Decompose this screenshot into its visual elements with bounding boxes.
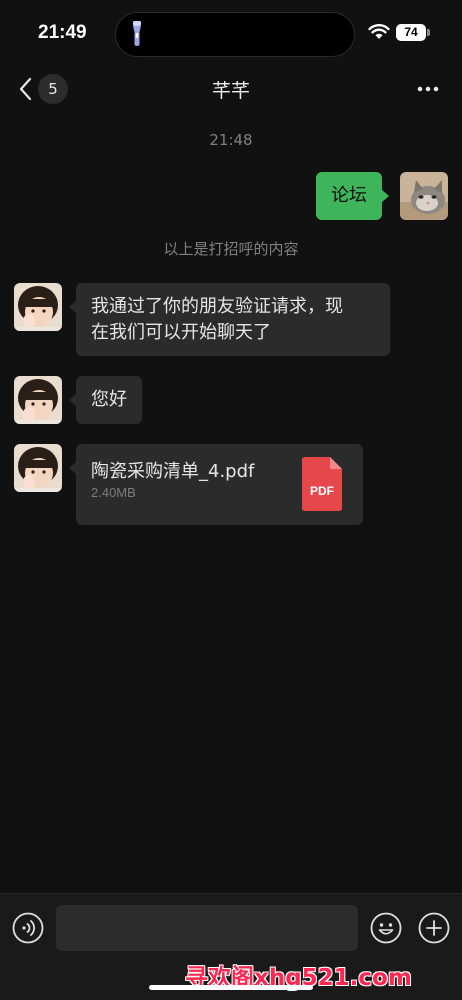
plus-icon[interactable] xyxy=(418,912,450,944)
message-line: 在我们可以开始聊天了 xyxy=(91,322,271,343)
pdf-icon: PDF xyxy=(302,457,342,511)
peer-avatar[interactable] xyxy=(14,283,62,331)
child-avatar-image xyxy=(14,283,62,331)
flashlight-icon xyxy=(133,21,141,46)
back-chevron-icon xyxy=(19,77,32,101)
more-icon[interactable] xyxy=(410,74,446,104)
home-indicator[interactable] xyxy=(149,985,313,990)
peer-avatar[interactable] xyxy=(14,444,62,492)
file-name: 陶瓷采购清单_4.pdf xyxy=(91,461,255,482)
message-line: 我通过了你的朋友验证请求，现 xyxy=(91,296,343,317)
child-avatar-image xyxy=(14,444,62,492)
emoji-icon[interactable] xyxy=(370,912,402,944)
back-button[interactable]: 5 xyxy=(10,68,72,110)
system-notice: 以上是打招呼的内容 xyxy=(163,240,299,258)
status-time: 21:49 xyxy=(38,22,87,43)
dynamic-island xyxy=(115,12,355,57)
file-size: 2.40MB xyxy=(91,485,136,500)
chat-title: 芊芊 xyxy=(211,80,250,102)
battery-icon: 74 xyxy=(396,24,426,41)
sent-message-bubble[interactable]: 论坛 xyxy=(316,172,389,220)
file-message-card[interactable]: 陶瓷采购清单_4.pdf 2.40MB PDF xyxy=(69,444,363,525)
message-timestamp: 21:48 xyxy=(209,131,253,149)
received-message-bubble[interactable]: 您好 xyxy=(69,376,142,424)
child-avatar-image xyxy=(14,376,62,424)
peer-avatar[interactable] xyxy=(14,376,62,424)
battery-tip xyxy=(427,29,430,36)
self-avatar[interactable] xyxy=(400,172,448,220)
wifi-icon xyxy=(368,24,390,39)
unread-count-badge: 5 xyxy=(38,74,68,104)
message-input[interactable] xyxy=(56,905,358,951)
message-line: 您好 xyxy=(91,389,127,410)
voice-icon[interactable] xyxy=(12,912,44,944)
received-message-bubble[interactable]: 我通过了你的朋友验证请求，现 在我们可以开始聊天了 xyxy=(69,283,390,356)
status-bar: 21:49 74 xyxy=(0,0,462,64)
pdf-icon-label: PDF xyxy=(310,484,334,498)
cat-avatar-image xyxy=(400,172,448,220)
